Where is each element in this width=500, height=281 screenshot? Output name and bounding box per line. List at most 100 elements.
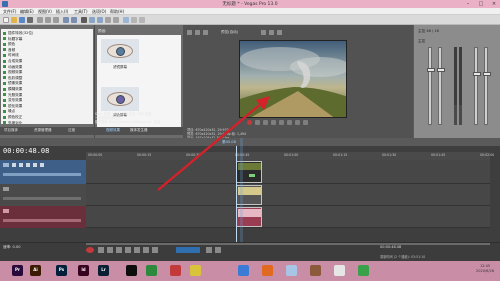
go-to-end-icon[interactable] bbox=[152, 247, 158, 253]
play-icon[interactable] bbox=[271, 120, 276, 125]
paste-icon[interactable] bbox=[53, 17, 59, 23]
preview-quality-dropdown[interactable]: 预览(自动) bbox=[221, 30, 238, 35]
tree-item[interactable]: 音频 bbox=[3, 48, 15, 52]
taskbar-app-icon[interactable]: Ps bbox=[56, 265, 67, 276]
taskbar-app-icon[interactable] bbox=[170, 265, 181, 276]
taskbar-app-icon[interactable]: Id bbox=[78, 265, 89, 276]
split-icon[interactable] bbox=[215, 247, 221, 253]
mute-icon[interactable] bbox=[12, 163, 16, 167]
fader-knob[interactable] bbox=[473, 72, 481, 76]
time-ruler[interactable]: 00:00:00 00:00:15 00:00:30 00:00:45 00:01:00… bbox=[86, 152, 494, 160]
tree-item[interactable]: 插件特效(32位) bbox=[3, 31, 33, 35]
cut-icon[interactable] bbox=[37, 17, 43, 23]
preset-thumbnail[interactable] bbox=[101, 87, 139, 111]
tree-item[interactable]: 色彩调整 bbox=[3, 76, 22, 80]
tab-video-fx[interactable]: 视频效果 bbox=[106, 128, 120, 133]
tree-item[interactable]: 光照效果 bbox=[3, 93, 22, 97]
pause-icon[interactable] bbox=[125, 247, 131, 253]
taskbar-app-icon[interactable] bbox=[334, 265, 345, 276]
tree-item[interactable]: 锐化效果 bbox=[3, 104, 22, 108]
loop-icon[interactable] bbox=[255, 120, 260, 125]
solo-icon[interactable] bbox=[19, 163, 23, 167]
taskbar-app-icon[interactable]: Pr bbox=[12, 265, 23, 276]
taskbar-app-icon[interactable]: Lr bbox=[98, 265, 109, 276]
fader-knob[interactable] bbox=[427, 68, 435, 72]
tree-item[interactable]: 颜色校正 bbox=[3, 115, 22, 119]
stop-icon[interactable] bbox=[134, 247, 140, 253]
pause-icon[interactable] bbox=[279, 120, 284, 125]
loop-icon[interactable] bbox=[98, 247, 104, 253]
render-icon[interactable] bbox=[81, 17, 87, 23]
automation-icon[interactable] bbox=[33, 163, 37, 167]
fader-track[interactable] bbox=[483, 47, 491, 125]
tab-project-media[interactable]: 项目媒体 bbox=[4, 128, 18, 133]
fx-icon[interactable] bbox=[203, 30, 208, 35]
fader-knob[interactable] bbox=[437, 68, 445, 72]
close-button[interactable]: × bbox=[488, 0, 500, 8]
tree-item[interactable]: 镜像效果 bbox=[3, 81, 22, 85]
copy-icon[interactable] bbox=[45, 17, 51, 23]
track-header[interactable] bbox=[0, 206, 86, 228]
undo-icon[interactable] bbox=[63, 17, 69, 23]
taskbar-app-icon[interactable] bbox=[358, 265, 369, 276]
save-snapshot-icon[interactable] bbox=[277, 30, 282, 35]
save-icon[interactable] bbox=[19, 17, 25, 23]
record-icon[interactable] bbox=[86, 247, 94, 253]
tree-item[interactable]: 亮度对比 bbox=[3, 121, 22, 124]
taskbar-app-icon[interactable] bbox=[238, 265, 249, 276]
fader-track[interactable] bbox=[427, 47, 435, 125]
open-folder-icon[interactable] bbox=[11, 17, 17, 23]
tree-item[interactable]: 变形效果 bbox=[3, 98, 22, 102]
normal-edit-tool-icon[interactable] bbox=[123, 17, 129, 23]
compositing-icon[interactable] bbox=[40, 163, 44, 167]
tree-item[interactable]: 动画效果 bbox=[3, 65, 22, 69]
level-slider[interactable] bbox=[3, 173, 81, 176]
record-icon[interactable] bbox=[247, 120, 252, 125]
envelope-tool-icon[interactable] bbox=[131, 17, 137, 23]
level-slider[interactable] bbox=[3, 219, 81, 222]
track-expand-icon[interactable] bbox=[3, 209, 9, 213]
go-to-end-icon[interactable] bbox=[303, 120, 308, 125]
fader-knob[interactable] bbox=[483, 72, 491, 76]
track-lane[interactable] bbox=[86, 206, 490, 228]
minimize-button[interactable]: – bbox=[462, 0, 474, 8]
maximize-button[interactable]: □ bbox=[475, 0, 487, 8]
play-from-start-icon[interactable] bbox=[263, 120, 268, 125]
tree-item[interactable]: 噪点 bbox=[3, 109, 15, 113]
ignore-grouping-icon[interactable] bbox=[113, 17, 119, 23]
level-slider[interactable] bbox=[3, 197, 81, 200]
edit-tool-icon[interactable] bbox=[206, 247, 212, 253]
new-project-icon[interactable] bbox=[3, 17, 9, 23]
track-expand-icon[interactable] bbox=[3, 163, 9, 167]
tree-item[interactable]: 标题字幕 bbox=[3, 37, 22, 41]
preset-thumbnail[interactable] bbox=[101, 39, 139, 63]
taskbar-app-icon[interactable] bbox=[310, 265, 321, 276]
track-header[interactable] bbox=[0, 184, 86, 206]
fx-icon[interactable] bbox=[26, 163, 30, 167]
tab-explorer[interactable]: 资源管理器 bbox=[34, 128, 52, 133]
selection-tool-icon[interactable] bbox=[139, 17, 145, 23]
tree-item[interactable]: 模糊效果 bbox=[3, 87, 22, 91]
stop-icon[interactable] bbox=[287, 120, 292, 125]
taskbar-app-icon[interactable] bbox=[126, 265, 137, 276]
redo-icon[interactable] bbox=[71, 17, 77, 23]
play-from-start-icon[interactable] bbox=[107, 247, 113, 253]
track-lane[interactable] bbox=[86, 184, 490, 206]
tab-transitions[interactable]: 过渡 bbox=[68, 128, 75, 133]
taskbar-app-icon[interactable]: Ai bbox=[30, 265, 41, 276]
lock-envelopes-icon[interactable] bbox=[105, 17, 111, 23]
external-monitor-icon[interactable] bbox=[195, 30, 200, 35]
taskbar-app-icon[interactable] bbox=[286, 265, 297, 276]
tree-item[interactable]: 视频效果 bbox=[3, 70, 22, 74]
properties-icon[interactable] bbox=[27, 17, 33, 23]
video-track-lane[interactable] bbox=[86, 160, 490, 184]
fader-track[interactable] bbox=[437, 47, 445, 125]
go-to-start-icon[interactable] bbox=[295, 120, 300, 125]
video-track-header[interactable] bbox=[0, 160, 86, 184]
taskbar-app-icon[interactable] bbox=[146, 265, 157, 276]
taskbar-app-icon[interactable] bbox=[190, 265, 201, 276]
taskbar-app-icon[interactable] bbox=[262, 265, 273, 276]
go-to-start-icon[interactable] bbox=[143, 247, 149, 253]
fader-track[interactable] bbox=[473, 47, 481, 125]
settings-icon[interactable] bbox=[187, 30, 192, 35]
